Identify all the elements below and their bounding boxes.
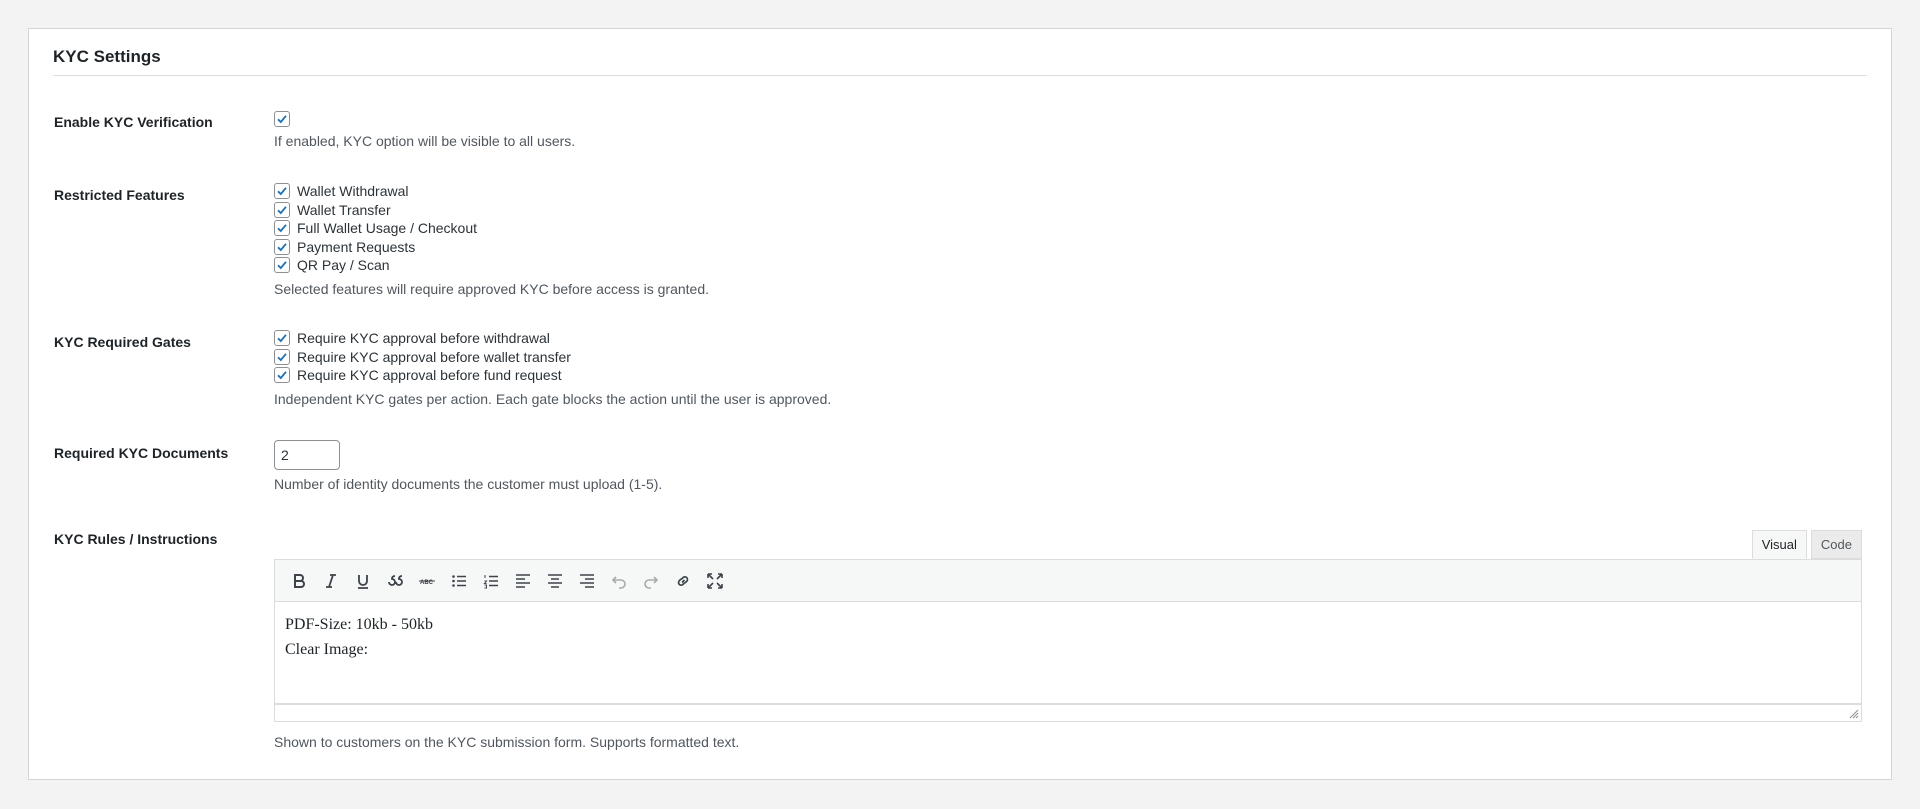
gate-fund-request-checkbox[interactable] xyxy=(274,367,290,384)
payment-requests-checkbox[interactable] xyxy=(274,238,290,255)
enable-kyc-label: Enable KYC Verification xyxy=(54,114,213,130)
italic-icon[interactable] xyxy=(315,565,347,597)
bold-icon[interactable] xyxy=(283,565,315,597)
bullet-list-icon[interactable] xyxy=(443,565,475,597)
full-wallet-usage-checkbox[interactable] xyxy=(274,220,290,237)
required-documents-field: Number of identity documents the custome… xyxy=(274,440,662,492)
rules-editor: Visual Code ABC PDF-Size: 10kb - 50kb Cl… xyxy=(274,530,1862,770)
check-icon xyxy=(277,371,287,380)
option-label: Full Wallet Usage / Checkout xyxy=(297,220,477,237)
content-line: Clear Image: xyxy=(285,641,369,658)
editor-statusbar xyxy=(274,704,1862,722)
option-label: Payment Requests xyxy=(297,238,416,255)
editor-tabs: Visual Code xyxy=(1751,530,1862,559)
redo-icon[interactable] xyxy=(635,565,667,597)
tab-code[interactable]: Code xyxy=(1810,530,1862,559)
required-documents-input[interactable] xyxy=(274,440,340,470)
align-center-icon[interactable] xyxy=(539,565,571,597)
underline-icon[interactable] xyxy=(347,565,379,597)
restricted-features-label: Restricted Features xyxy=(54,187,185,203)
kyc-settings-panel: KYC Settings Enable KYC Verification If … xyxy=(28,28,1892,780)
check-icon xyxy=(277,242,287,252)
gate-option[interactable]: Require KYC approval before fund request xyxy=(274,366,831,385)
restricted-feature-option[interactable]: Wallet Transfer xyxy=(274,201,709,220)
option-label: Wallet Withdrawal xyxy=(297,183,409,200)
undo-icon[interactable] xyxy=(603,565,635,597)
restricted-feature-option[interactable]: Payment Requests xyxy=(274,238,709,257)
check-icon xyxy=(277,205,287,215)
check-icon xyxy=(277,352,287,362)
rules-label: KYC Rules / Instructions xyxy=(54,531,218,547)
gate-withdrawal-checkbox[interactable] xyxy=(274,330,290,347)
gate-option[interactable]: Require KYC approval before wallet trans… xyxy=(274,348,831,367)
required-gates-description: Independent KYC gates per action. Each g… xyxy=(274,390,832,407)
check-icon xyxy=(277,261,287,270)
option-label: Wallet Transfer xyxy=(297,201,391,218)
check-icon xyxy=(277,334,287,343)
enable-kyc-field: If enabled, KYC option will be visible t… xyxy=(274,110,575,149)
gate-wallet-transfer-checkbox[interactable] xyxy=(274,348,290,365)
content-line: PDF-Size: 10kb - 50kb xyxy=(285,616,433,633)
option-label: Require KYC approval before wallet trans… xyxy=(297,348,571,365)
blockquote-icon[interactable] xyxy=(379,565,411,597)
restricted-features-field: Wallet Withdrawal Wallet Transfer Full W… xyxy=(274,182,709,297)
restricted-features-description: Selected features will require approved … xyxy=(274,280,710,297)
check-icon xyxy=(277,224,287,233)
fullscreen-icon[interactable] xyxy=(699,565,731,597)
numbered-list-icon[interactable] xyxy=(475,565,507,597)
align-left-icon[interactable] xyxy=(507,565,539,597)
wallet-transfer-checkbox[interactable] xyxy=(274,201,290,218)
required-documents-description: Number of identity documents the custome… xyxy=(274,476,663,492)
enable-kyc-description: If enabled, KYC option will be visible t… xyxy=(274,132,576,149)
required-gates-label: KYC Required Gates xyxy=(54,334,191,350)
gate-option[interactable]: Require KYC approval before withdrawal xyxy=(274,329,831,348)
enable-kyc-checkbox[interactable] xyxy=(274,111,290,128)
qr-pay-checkbox[interactable] xyxy=(274,257,290,274)
check-icon xyxy=(277,115,287,124)
tab-visual[interactable]: Visual xyxy=(1751,530,1807,559)
editor-content[interactable]: PDF-Size: 10kb - 50kb Clear Image: xyxy=(274,602,1862,704)
editor-toolbar: ABC xyxy=(274,559,1862,602)
option-label: Require KYC approval before withdrawal xyxy=(297,330,550,347)
required-gates-field: Require KYC approval before withdrawal R… xyxy=(274,329,831,407)
required-documents-label: Required KYC Documents xyxy=(54,445,229,461)
link-icon[interactable] xyxy=(667,565,699,597)
strikethrough-icon[interactable]: ABC xyxy=(411,565,443,597)
restricted-feature-option[interactable]: QR Pay / Scan xyxy=(274,256,709,275)
option-label: QR Pay / Scan xyxy=(297,257,390,274)
page-title: KYC Settings xyxy=(53,47,161,66)
align-right-icon[interactable] xyxy=(571,565,603,597)
check-icon xyxy=(277,187,287,196)
title-divider xyxy=(53,75,1867,76)
wallet-withdrawal-checkbox[interactable] xyxy=(274,183,290,200)
option-label: Require KYC approval before fund request xyxy=(297,367,562,384)
rules-description: Shown to customers on the KYC submission… xyxy=(274,734,740,750)
restricted-feature-option[interactable]: Full Wallet Usage / Checkout xyxy=(274,219,709,238)
restricted-feature-option[interactable]: Wallet Withdrawal xyxy=(274,182,709,201)
resize-handle-icon[interactable] xyxy=(1849,709,1859,719)
